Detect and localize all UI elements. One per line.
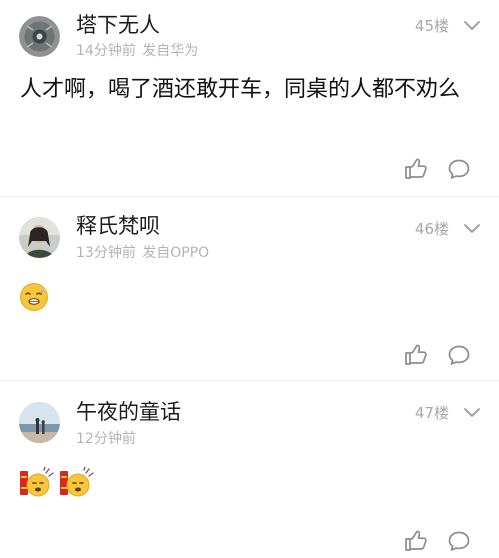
username[interactable]: 午夜的童话 [76,400,181,424]
firecracker-face-emoji [19,467,55,501]
username[interactable]: 释氏梵呗 [76,214,160,238]
avatar[interactable] [19,402,60,443]
comment-meta: 12分钟前 [76,430,136,448]
timestamp: 12分钟前 [76,431,136,447]
comment-meta: 13分钟前 发自OPPO [76,244,209,262]
chevron-down-icon[interactable] [463,407,481,419]
username[interactable]: 塔下无人 [76,13,160,37]
floor-number: 46楼 [414,220,449,238]
speechless-face-emoji [19,282,49,312]
avatar[interactable] [19,217,60,258]
floor-number: 47楼 [414,404,449,422]
speech-bubble-icon[interactable] [447,530,471,552]
avatar[interactable] [19,16,60,57]
timestamp: 14分钟前 [76,43,136,59]
thumbs-up-icon[interactable] [404,530,428,552]
avatar-image [19,217,60,258]
avatar-image [19,402,60,443]
chevron-down-icon[interactable] [463,20,481,32]
comment-item: 塔下无人 14分钟前 发自华为 45楼 人才啊，喝了酒还敢开车，同桌的人都不劝么 [0,0,499,196]
comment-item: 午夜的童话 12分钟前 47楼 [0,381,499,558]
comment-text: 人才啊，喝了酒还敢开车，同桌的人都不劝么 [20,77,461,102]
thumbs-up-icon[interactable] [404,344,428,366]
speech-bubble-icon[interactable] [447,344,471,366]
timestamp: 13分钟前 [76,245,136,261]
floor-number: 45楼 [414,17,449,35]
thumbs-up-icon[interactable] [404,158,428,180]
firecracker-face-emoji [59,467,95,501]
device-source: 发自华为 [142,43,199,59]
chevron-down-icon[interactable] [463,223,481,235]
device-source: 发自OPPO [142,245,210,261]
comment-meta: 14分钟前 发自华为 [76,42,198,60]
avatar-image [19,16,60,57]
speech-bubble-icon[interactable] [447,158,471,180]
comment-item: 释氏梵呗 13分钟前 发自OPPO 46楼 [0,197,499,380]
